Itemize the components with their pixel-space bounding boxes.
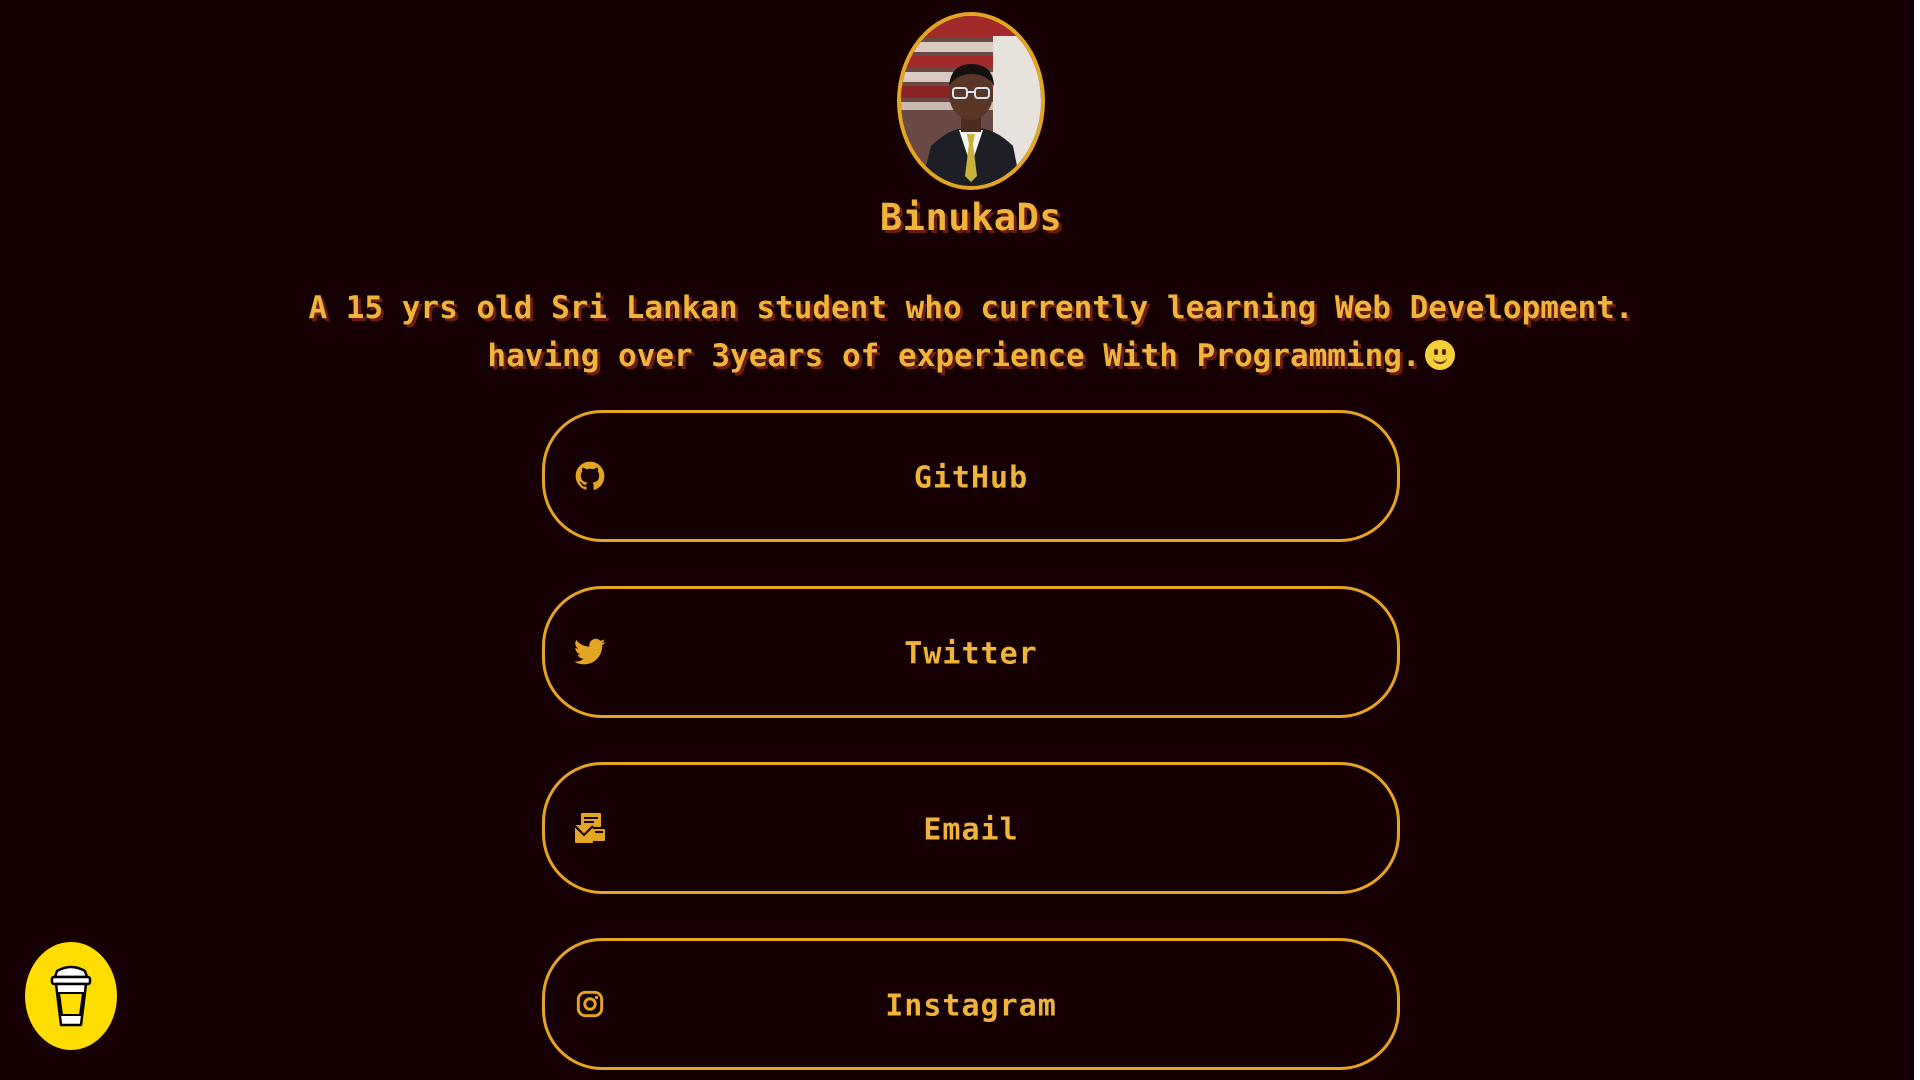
twitter-link-button[interactable]: Twitter (542, 586, 1400, 718)
github-link-button[interactable]: GitHub (542, 410, 1400, 542)
scrollbar[interactable] (1914, 0, 1920, 1080)
instagram-label: Instagram (885, 988, 1057, 1024)
profile-photo (901, 16, 1041, 186)
github-label: GitHub (913, 460, 1029, 496)
avatar (897, 12, 1045, 190)
bio-line-2: having over 3years of experience With Pr… (487, 338, 1421, 374)
email-label: Email (923, 812, 1019, 848)
username: BinukaDs (879, 196, 1063, 239)
coffee-cup-icon (50, 965, 92, 1027)
bio-line-2-row: having over 3years of experience With Pr… (0, 332, 1920, 380)
instagram-link-button[interactable]: Instagram (542, 938, 1400, 1070)
buy-me-a-coffee-button[interactable] (25, 942, 117, 1050)
page: BinukaDs A 15 yrs old Sri Lankan student… (0, 0, 1920, 1080)
twitter-label: Twitter (904, 636, 1038, 672)
bio: A 15 yrs old Sri Lankan student who curr… (0, 284, 1920, 380)
bio-line-1: A 15 yrs old Sri Lankan student who curr… (308, 290, 1634, 326)
smiley-emoji-icon (1424, 340, 1455, 370)
email-link-button[interactable]: Email (542, 762, 1400, 894)
